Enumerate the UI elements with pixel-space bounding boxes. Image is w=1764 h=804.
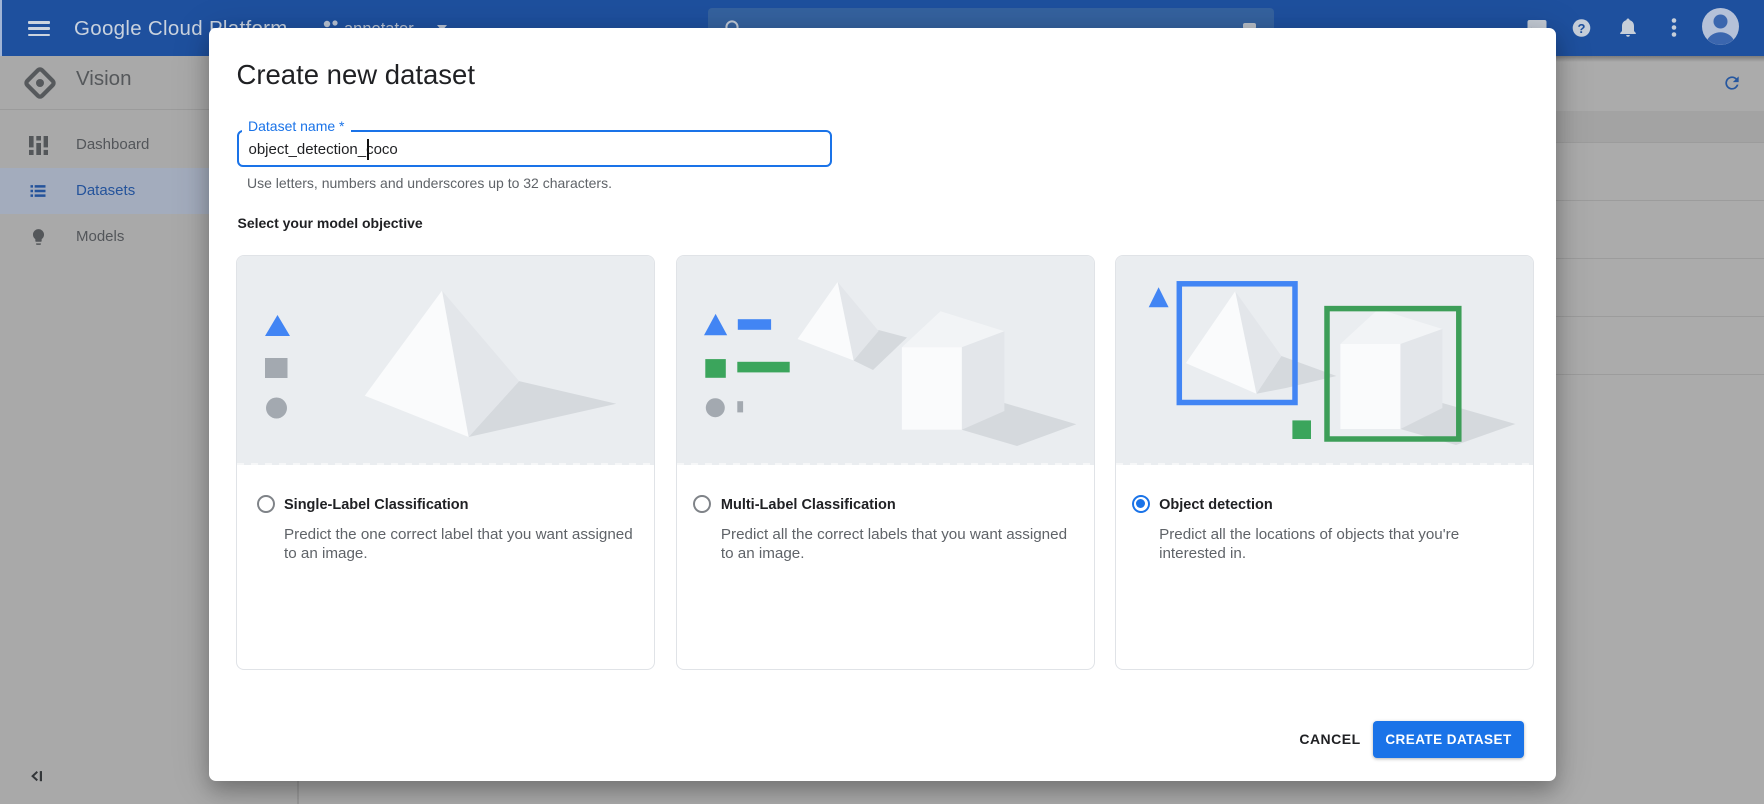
svg-text:?: ? <box>1578 21 1586 36</box>
